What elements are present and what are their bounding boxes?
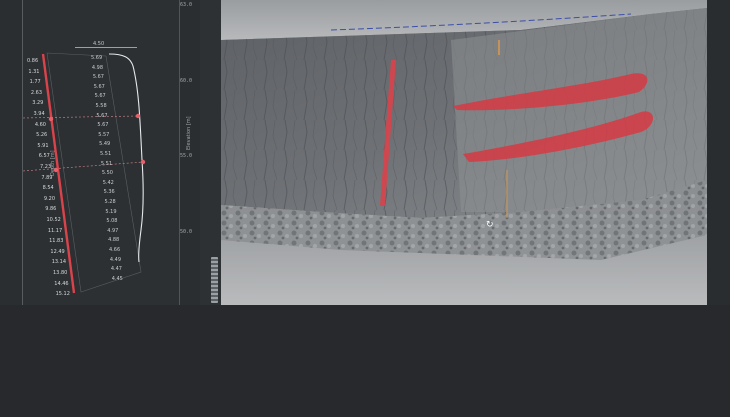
depth-value: 13.80 bbox=[53, 270, 68, 276]
depth-value: 1.31 bbox=[28, 68, 40, 75]
width-value: 5.67 bbox=[94, 93, 106, 100]
depth-value: 7.23 bbox=[40, 164, 52, 170]
right-panel-edge bbox=[707, 0, 730, 305]
depth-value: 3.29 bbox=[32, 100, 44, 107]
depth-value: 11.83 bbox=[49, 238, 64, 245]
3d-rock-face-viewport[interactable]: ↻ bbox=[221, 0, 707, 305]
depth-value: 9.86 bbox=[45, 206, 57, 213]
depth-value: 4.60 bbox=[34, 121, 46, 128]
width-value: 5.67 bbox=[93, 83, 105, 90]
width-value: 5.69 bbox=[91, 55, 103, 61]
marker-dot-4 bbox=[140, 159, 146, 165]
depth-value: 3.94 bbox=[33, 111, 45, 117]
drill-hole-line bbox=[41, 53, 76, 294]
elevation-tick: 60.0 bbox=[180, 78, 193, 84]
width-value: 5.28 bbox=[104, 199, 116, 205]
elevation-tick: 50.0 bbox=[180, 229, 193, 235]
width-value: 4.49 bbox=[109, 256, 122, 263]
depth-value: 11.17 bbox=[47, 227, 63, 234]
empty-bottom-area bbox=[0, 305, 730, 417]
depth-value: 10.52 bbox=[46, 217, 61, 223]
width-value: 5.67 bbox=[92, 74, 104, 81]
depth-value: 7.89 bbox=[41, 174, 53, 181]
top-width-value: 4.50 bbox=[93, 41, 105, 47]
width-value: 5.08 bbox=[106, 218, 118, 225]
width-value: 5.57 bbox=[98, 131, 110, 138]
width-value: 5.51 bbox=[100, 160, 113, 167]
depth-value: 5.91 bbox=[37, 142, 49, 149]
width-value: 5.50 bbox=[101, 170, 113, 177]
width-value: 4.88 bbox=[108, 237, 120, 244]
depth-value: 2.63 bbox=[30, 89, 43, 96]
marker-dot-2 bbox=[135, 113, 141, 119]
width-value: 4.98 bbox=[91, 64, 104, 71]
width-value: 5.67 bbox=[96, 112, 108, 119]
depth-value: 1.77 bbox=[29, 79, 41, 86]
width-value: 5.51 bbox=[100, 151, 112, 157]
width-value: 5.19 bbox=[105, 208, 117, 215]
depth-value: 15.12 bbox=[55, 291, 70, 298]
rotate-cursor-icon: ↻ bbox=[486, 220, 494, 230]
width-value: 4.45 bbox=[111, 275, 123, 282]
depth-value: 8.54 bbox=[42, 185, 54, 192]
marker-dot-1 bbox=[48, 116, 54, 122]
rock-face-scene bbox=[221, 0, 707, 305]
depth-value: 12.49 bbox=[50, 248, 65, 255]
width-value: 4.97 bbox=[107, 227, 119, 234]
elevation-tick: 63.0 bbox=[180, 2, 193, 8]
width-value: 4.47 bbox=[110, 266, 122, 273]
width-value: 5.42 bbox=[102, 179, 114, 186]
depth-value: 5.26 bbox=[36, 132, 48, 139]
scrollbar-handle-icon[interactable] bbox=[211, 257, 218, 303]
depth-value: 14.46 bbox=[54, 280, 69, 287]
depth-value: 9.20 bbox=[43, 195, 56, 202]
elevation-tick: 55.0 bbox=[180, 153, 193, 159]
width-value: 5.36 bbox=[103, 189, 115, 196]
width-value: 5.49 bbox=[99, 141, 111, 148]
depth-value: 6.57 bbox=[38, 153, 50, 160]
top-width-line bbox=[75, 47, 137, 48]
width-value: 5.58 bbox=[95, 103, 107, 109]
elevation-ruler: 63.0 60.0 55.0 50.0 Elevation [m] bbox=[179, 0, 200, 305]
width-value: 4.66 bbox=[109, 247, 121, 253]
blast-profile-chart[interactable]: 4.50 Depth [m] 0.86 1.31 1.77 2.63 3.29 3.94 4… bbox=[22, 0, 180, 305]
width-value: 5.67 bbox=[97, 122, 109, 129]
depth-value: 0.86 bbox=[27, 58, 39, 64]
elevation-axis-label: Elevation [m] bbox=[186, 116, 192, 150]
depth-value: 13.14 bbox=[51, 259, 67, 266]
